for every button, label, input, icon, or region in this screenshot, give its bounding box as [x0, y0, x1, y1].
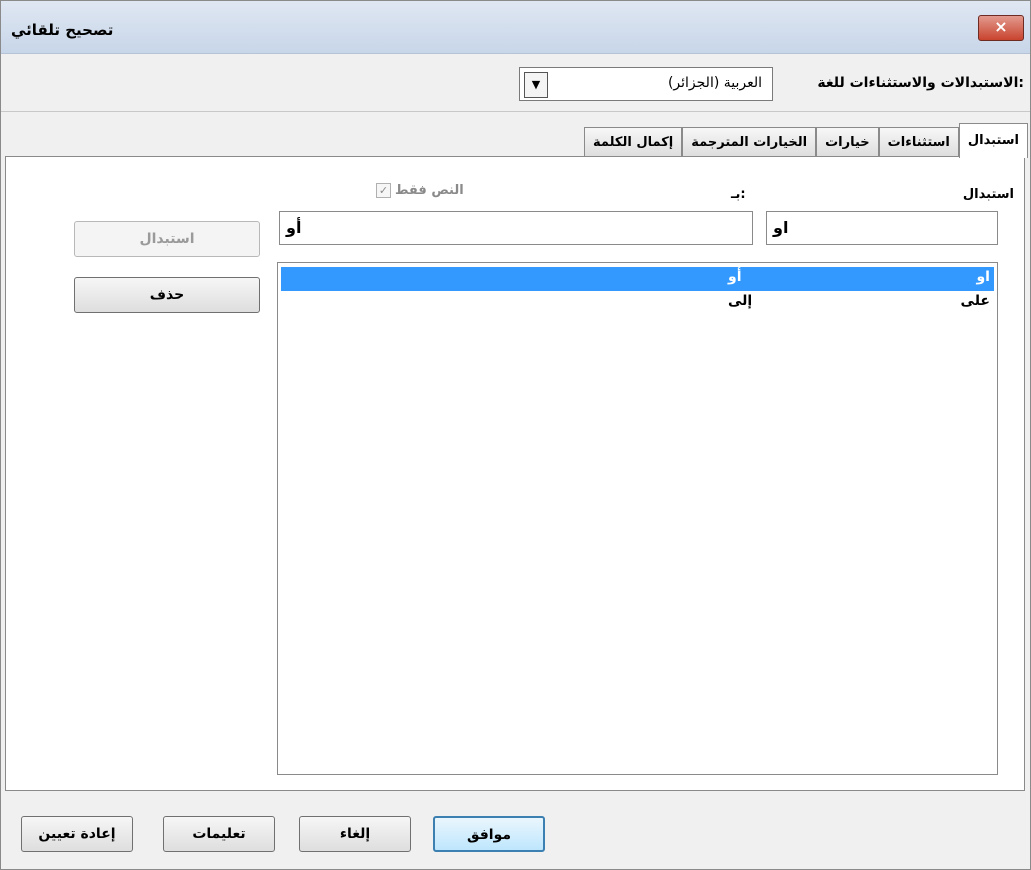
- list-item[interactable]: او أو: [281, 267, 994, 291]
- list-item-with: إلى: [728, 293, 753, 309]
- replace-input-value: او: [773, 218, 789, 237]
- tab-exceptions[interactable]: استثناءات: [878, 127, 959, 158]
- replace-label: استبدال: [962, 187, 1014, 202]
- list-item-replace: على: [960, 293, 990, 309]
- replace-tab-panel: استبدال بـ: ✓ النص فقط او أو او أو على إ…: [5, 156, 1025, 791]
- with-input[interactable]: أو: [279, 211, 753, 245]
- cancel-button[interactable]: إلغاء: [299, 816, 411, 852]
- window-title: تصحيح تلقائي: [11, 21, 114, 39]
- delete-button[interactable]: حذف: [74, 277, 260, 313]
- tab-bar: استبدال استثناءات خيارات الخيارات المترج…: [584, 123, 1028, 158]
- tab-replace[interactable]: استبدال: [958, 123, 1028, 158]
- with-label: بـ:: [731, 187, 746, 202]
- list-item[interactable]: على إلى: [281, 291, 994, 315]
- close-icon: ×: [994, 17, 1008, 36]
- with-input-value: أو: [286, 218, 302, 237]
- tab-word-completion[interactable]: إكمال الكلمة: [584, 127, 683, 158]
- replace-button[interactable]: استبدال: [74, 221, 260, 257]
- text-only-checkbox: ✓: [376, 183, 391, 198]
- autocorrect-dialog: تصحيح تلقائي × الاستبدالات والاستثناءات …: [0, 0, 1031, 870]
- list-item-replace: او: [976, 269, 990, 285]
- chevron-down-icon[interactable]: ▼: [524, 72, 548, 98]
- text-only-label: النص فقط: [395, 183, 464, 198]
- replacement-list[interactable]: او أو على إلى: [277, 262, 998, 775]
- ok-button[interactable]: موافق: [433, 816, 545, 852]
- replace-input[interactable]: او: [766, 211, 998, 245]
- help-button[interactable]: تعليمات: [163, 816, 275, 852]
- tab-localized-options[interactable]: الخيارات المترجمة: [682, 127, 817, 158]
- list-item-with: أو: [728, 269, 742, 285]
- divider: [1, 111, 1030, 112]
- language-selected-value: العربية (الجزائر): [667, 75, 762, 91]
- language-row: الاستبدالات والاستثناءات للغة: العربية (…: [1, 61, 1030, 111]
- tab-options[interactable]: خيارات: [816, 127, 879, 158]
- language-select[interactable]: العربية (الجزائر) ▼: [519, 67, 773, 101]
- language-label: الاستبدالات والاستثناءات للغة:: [817, 75, 1024, 91]
- close-button[interactable]: ×: [978, 15, 1024, 41]
- reset-button[interactable]: إعادة تعيين: [21, 816, 133, 852]
- text-only-option: ✓ النص فقط: [376, 183, 464, 198]
- title-bar: تصحيح تلقائي ×: [1, 1, 1030, 54]
